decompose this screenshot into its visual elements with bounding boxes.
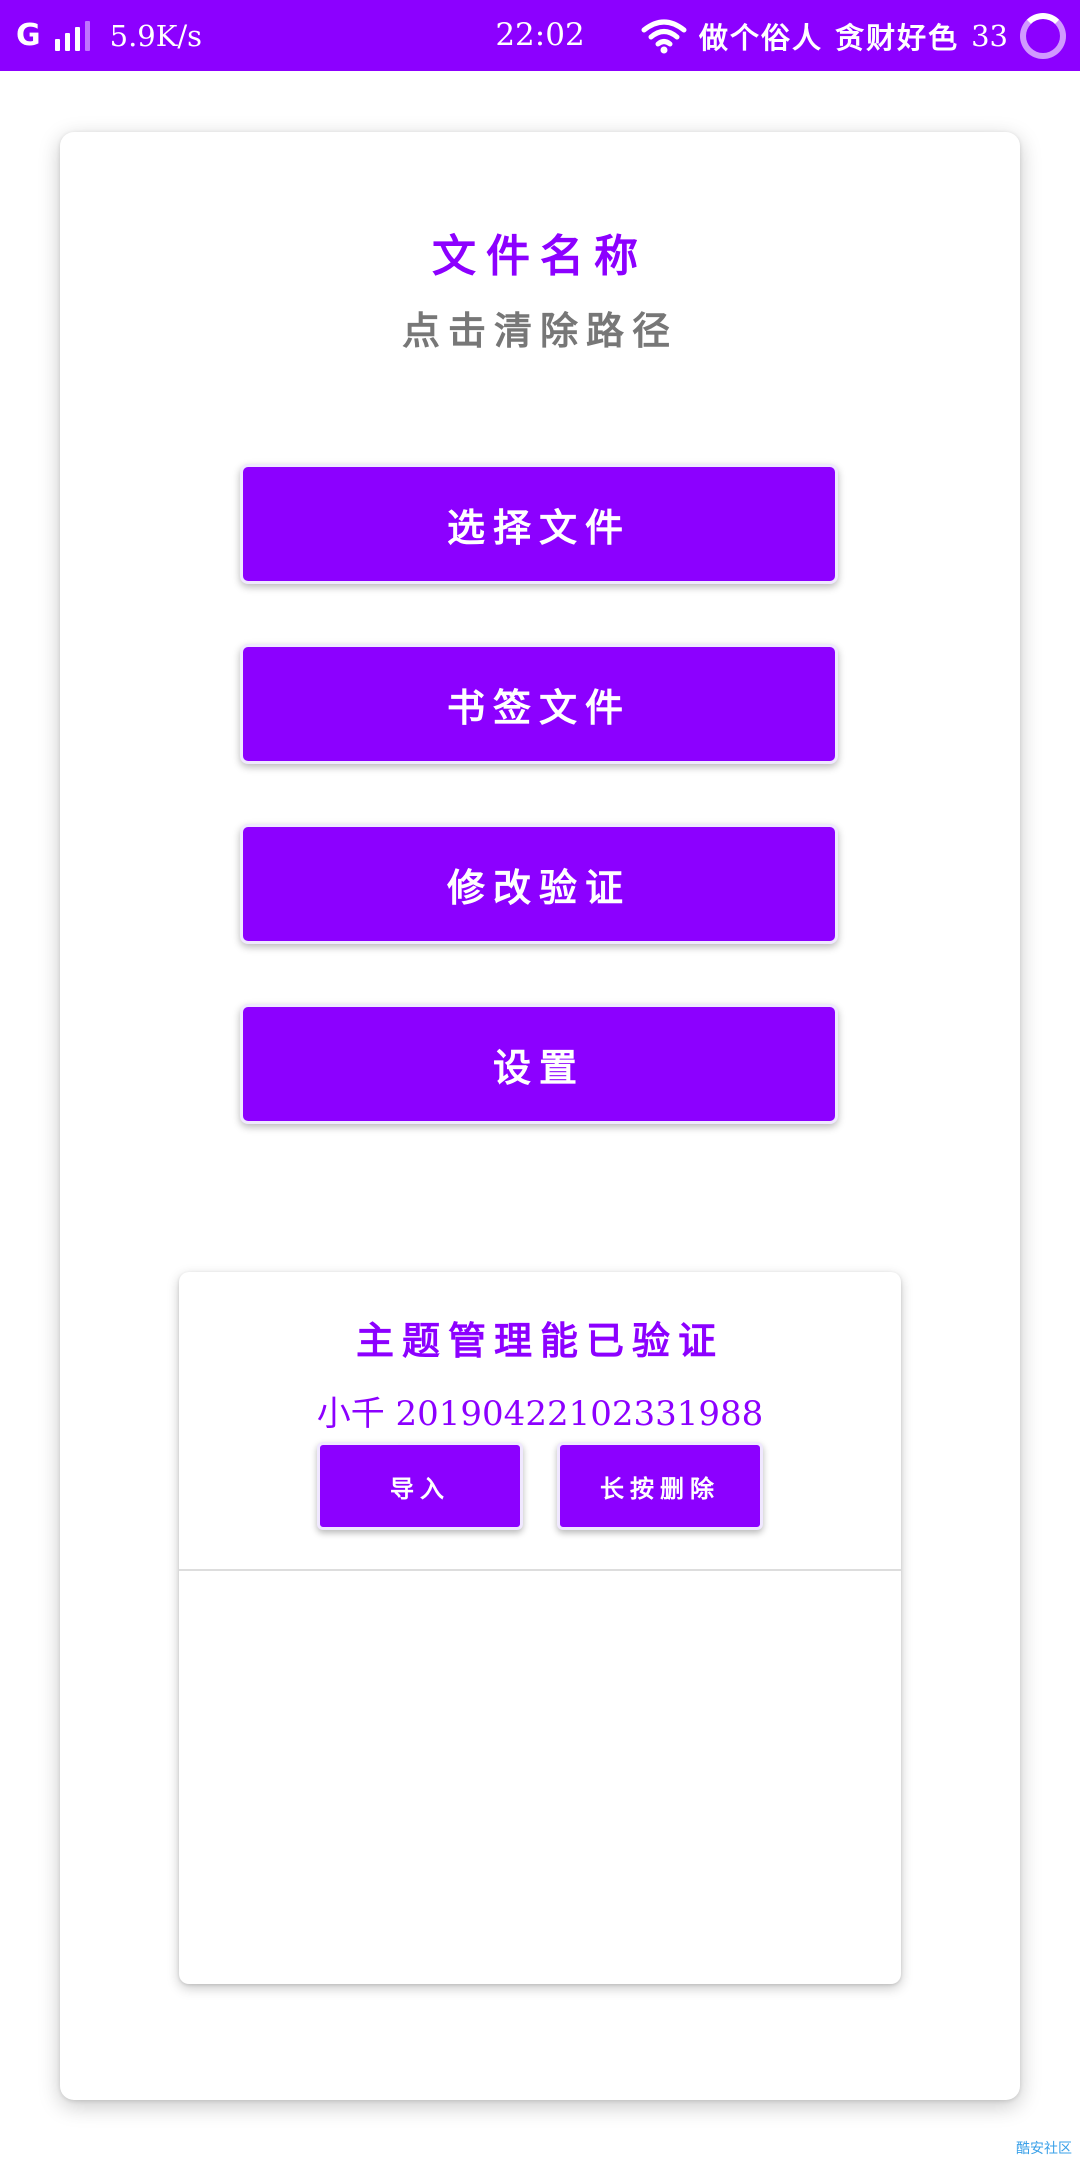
status-left: G 5.9K/s xyxy=(16,0,202,71)
modify-verify-button[interactable]: 修改验证 xyxy=(240,824,838,944)
theme-manager-title: 主题管理能已验证 xyxy=(355,1318,724,1363)
theme-manager-card: 主题管理能已验证 小千 201904221023319​88 导入 长按删除 xyxy=(179,1272,901,1984)
battery-icon xyxy=(1020,12,1066,59)
settings-button[interactable]: 设置 xyxy=(240,1004,838,1124)
import-button[interactable]: 导入 xyxy=(317,1442,523,1530)
theme-list[interactable] xyxy=(179,1571,901,1984)
status-right: 做个俗人 贪财好色 33 xyxy=(641,0,1066,71)
battery-level: 33 xyxy=(971,18,1008,53)
network-type-label: G xyxy=(16,18,41,53)
select-file-button[interactable]: 选择文件 xyxy=(240,464,838,584)
status-custom-text: 做个俗人 贪财好色 xyxy=(698,20,960,55)
network-speed: 5.9K/s xyxy=(109,18,203,53)
signal-strength-icon xyxy=(54,20,90,51)
long-press-delete-button[interactable]: 长按删除 xyxy=(557,1442,763,1530)
wifi-icon xyxy=(641,18,687,54)
main-card: 文件名称 点击清除路径 选择文件 书签文件 修改验证 设置 主题管理能已验证 小… xyxy=(60,132,1020,2100)
clear-path-link[interactable]: 点击清除路径 xyxy=(60,300,1020,355)
status-bar: G 5.9K/s 22:02 做个俗人 贪财好色 33 xyxy=(0,0,1080,71)
bookmark-file-button[interactable]: 书签文件 xyxy=(240,644,838,764)
file-name-title: 文件名称 xyxy=(432,231,648,282)
watermark: 酷安社区 xyxy=(1016,2141,1072,2157)
user-verification-id: 小千 201904221023319​88 xyxy=(316,1394,764,1434)
